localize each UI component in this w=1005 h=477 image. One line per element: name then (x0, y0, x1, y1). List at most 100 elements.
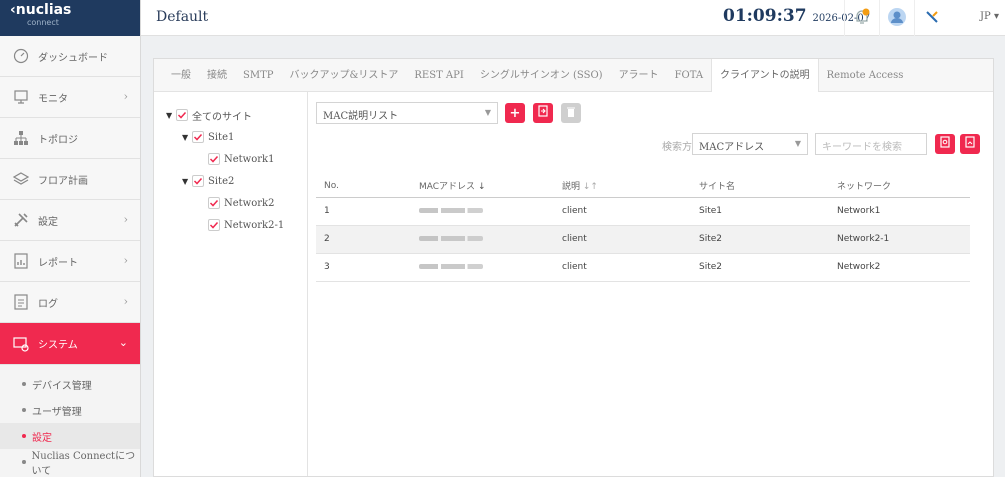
redacted-mac (419, 236, 483, 241)
checkbox-checked[interactable] (208, 153, 220, 165)
export-button[interactable] (960, 134, 980, 154)
notification-button[interactable] (844, 0, 878, 36)
tab-fota[interactable]: FOTA (667, 59, 711, 92)
sidebar-item-settings[interactable]: 設定 › (0, 200, 140, 241)
sidebar-item-report[interactable]: レポート › (0, 241, 140, 282)
column-header-network[interactable]: ネットワーク (829, 175, 970, 198)
table-header-row: No. MACアドレス ↓ 説明 ↓↑ サイト名 ネットワーク (316, 175, 970, 198)
keyword-search-input[interactable]: キーワードを検索 (815, 133, 927, 155)
tab-connection[interactable]: 接続 (199, 59, 235, 92)
tree-label: Site2 (208, 175, 235, 187)
cell-site: Site2 (691, 253, 829, 282)
caret-down-icon[interactable]: ▼ (166, 111, 176, 120)
column-header-no[interactable]: No. (316, 175, 411, 198)
logo[interactable]: ‹nuclias connect (0, 0, 140, 36)
report-icon (12, 252, 30, 270)
select-value: MACアドレス (699, 142, 765, 153)
sidebar-item-log[interactable]: ログ › (0, 282, 140, 323)
checkbox-checked[interactable] (192, 131, 204, 143)
sidebar-item-system[interactable]: システム ⌄ (0, 323, 140, 365)
dashboard-icon (12, 47, 30, 65)
chevron-right-icon: › (123, 90, 128, 103)
cell-mac (411, 253, 554, 282)
tab-sso[interactable]: シングルサインオン (SSO) (472, 59, 611, 92)
tools-button[interactable] (914, 0, 948, 36)
top-bar: Default 01:09:37 2026-02-07 JP ▾ (141, 0, 1005, 36)
tree-node-site2-network2[interactable]: Network2 (154, 192, 307, 214)
tab-alert[interactable]: アラート (611, 59, 667, 92)
sidebar-item-monitor[interactable]: モニタ › (0, 77, 140, 118)
delete-button[interactable] (561, 103, 581, 123)
tree-label: Network1 (224, 153, 275, 165)
tab-remote-access[interactable]: Remote Access (819, 59, 912, 92)
chevron-right-icon: › (123, 213, 128, 226)
tab-general[interactable]: 一般 (163, 59, 199, 92)
sidebar-item-label: システム (38, 340, 78, 351)
table-row[interactable]: 3 client Site2 Network2 (316, 253, 970, 282)
tab-rest-api[interactable]: REST API (406, 59, 471, 92)
system-icon (12, 335, 30, 353)
tree-node-site2[interactable]: ▼ Site2 (154, 170, 307, 192)
account-button[interactable] (879, 0, 913, 36)
caret-down-icon[interactable]: ▼ (182, 133, 192, 142)
column-header-label: 説明 (562, 182, 581, 193)
search-icon (939, 136, 951, 152)
wrench-icon (924, 9, 940, 28)
checkbox-checked[interactable] (192, 175, 204, 187)
mac-description-list: MAC説明リスト ▼ + 検索方法 MACアドレス ▼ キーワードを検索 No.… (308, 92, 993, 476)
bullet-icon (22, 434, 26, 438)
sidebar: ‹nuclias connect ダッシュボード モニタ › トポロジ フロア計… (0, 0, 141, 477)
submenu-item-device-management[interactable]: デバイス管理 (0, 371, 140, 397)
list-type-select[interactable]: MAC説明リスト ▼ (316, 102, 498, 124)
client-description-table: No. MACアドレス ↓ 説明 ↓↑ サイト名 ネットワーク 1 client… (316, 175, 970, 282)
cell-no: 2 (316, 225, 411, 254)
import-icon (537, 105, 549, 121)
caret-down-icon[interactable]: ▼ (182, 177, 192, 186)
column-header-description[interactable]: 説明 ↓↑ (554, 175, 691, 198)
submenu-item-about[interactable]: Nuclias Connectについて (0, 449, 140, 477)
tree-label: Network2-1 (224, 219, 285, 231)
chevron-right-icon: › (123, 295, 128, 308)
chevron-right-icon: › (123, 254, 128, 267)
tab-client-description[interactable]: クライアントの説明 (711, 58, 819, 92)
tree-node-site2-network2-1[interactable]: Network2-1 (154, 214, 307, 236)
search-button[interactable] (935, 134, 955, 154)
tree-label: Network2 (224, 197, 275, 209)
add-button[interactable]: + (505, 103, 525, 123)
caret-down-icon: ▼ (794, 139, 801, 148)
import-button[interactable] (533, 103, 553, 123)
language-selector[interactable]: JP ▾ (980, 11, 999, 22)
tree-node-all-sites[interactable]: ▼ 全てのサイト (154, 104, 307, 126)
sidebar-item-label: モニタ (38, 93, 68, 105)
checkbox-checked[interactable] (176, 109, 188, 121)
chevron-down-icon: ⌄ (118, 336, 128, 349)
tree-node-site1-network1[interactable]: Network1 (154, 148, 307, 170)
column-header-site[interactable]: サイト名 (691, 175, 829, 198)
checkbox-checked[interactable] (208, 197, 220, 209)
submenu-label: ユーザ管理 (32, 406, 82, 418)
cell-mac (411, 225, 554, 254)
checkbox-checked[interactable] (208, 219, 220, 231)
submenu-item-settings[interactable]: 設定 (0, 423, 140, 449)
sidebar-item-topology[interactable]: トポロジ (0, 118, 140, 159)
cell-site: Site2 (691, 225, 829, 254)
search-method-select[interactable]: MACアドレス ▼ (692, 133, 808, 155)
sidebar-item-label: フロア計画 (38, 175, 88, 187)
monitor-icon (12, 88, 30, 106)
tab-smtp[interactable]: SMTP (235, 59, 282, 92)
submenu-label: 設定 (32, 432, 52, 444)
tree-node-site1[interactable]: ▼ Site1 (154, 126, 307, 148)
table-row[interactable]: 2 client Site2 Network2-1 (316, 225, 970, 254)
cell-no: 3 (316, 253, 411, 282)
submenu-item-user-management[interactable]: ユーザ管理 (0, 397, 140, 423)
column-header-mac[interactable]: MACアドレス ↓ (411, 175, 554, 198)
sidebar-item-floor-plan[interactable]: フロア計画 (0, 159, 140, 200)
table-row[interactable]: 1 client Site1 Network1 (316, 197, 970, 226)
tab-backup-restore[interactable]: バックアップ&リストア (282, 59, 407, 92)
sidebar-item-label: ダッシュボード (38, 52, 108, 64)
sidebar-item-dashboard[interactable]: ダッシュボード (0, 36, 140, 77)
tab-bar: 一般 接続 SMTP バックアップ&リストア REST API シングルサインオ… (154, 58, 993, 92)
cell-network: Network2-1 (829, 225, 970, 254)
logo-sub: connect (27, 18, 59, 27)
trash-icon (565, 106, 577, 121)
